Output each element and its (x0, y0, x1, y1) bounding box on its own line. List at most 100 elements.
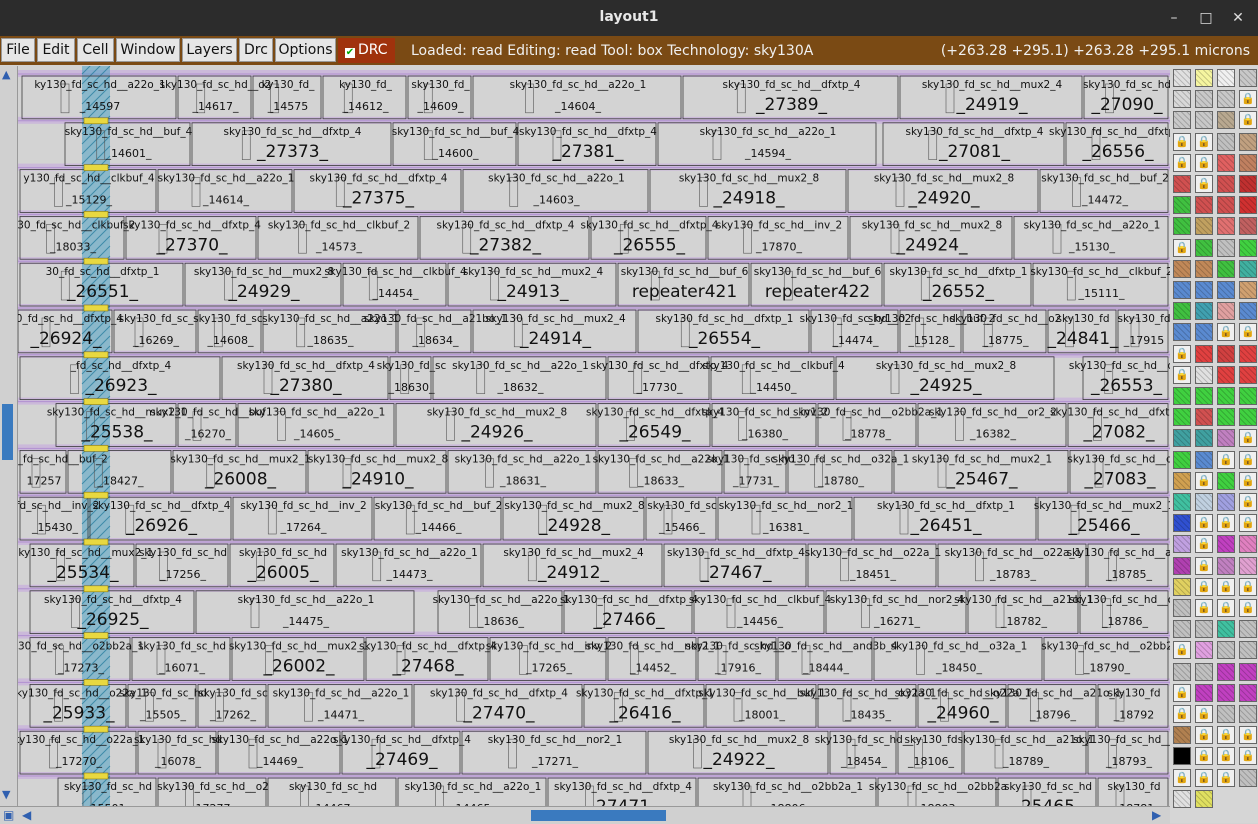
layer-lock-icon[interactable]: 🔒 (1217, 747, 1235, 766)
layer-lock-icon[interactable]: 🔒 (1239, 577, 1257, 596)
layer-swatch[interactable] (1173, 577, 1191, 596)
menu-file[interactable]: File (1, 38, 35, 62)
menu-edit[interactable]: Edit (37, 38, 75, 62)
layer-swatch[interactable] (1195, 196, 1213, 215)
layer-swatch[interactable] (1239, 683, 1257, 702)
layer-lock-icon[interactable]: 🔒 (1173, 641, 1191, 660)
layer-lock-icon[interactable]: 🔒 (1173, 683, 1191, 702)
layer-lock-icon[interactable]: 🔒 (1239, 493, 1257, 511)
layer-lock-icon[interactable]: 🔒 (1217, 768, 1235, 787)
layer-swatch[interactable] (1217, 344, 1235, 363)
layer-swatch[interactable] (1173, 493, 1191, 511)
layer-swatch[interactable] (1173, 281, 1191, 299)
layer-lock-icon[interactable]: 🔒 (1217, 599, 1235, 617)
minimize-icon[interactable]: – (1164, 8, 1184, 28)
layer-lock-icon[interactable]: 🔒 (1239, 323, 1257, 342)
layer-swatch[interactable] (1239, 259, 1257, 278)
layer-swatch[interactable] (1195, 344, 1213, 363)
layer-swatch[interactable] (1173, 302, 1191, 321)
layer-swatch[interactable] (1239, 196, 1257, 215)
layer-swatch[interactable] (1173, 323, 1191, 342)
layer-lock-icon[interactable]: 🔒 (1217, 577, 1235, 596)
layer-swatch[interactable] (1173, 429, 1191, 448)
scroll-up-icon[interactable]: ▲ (2, 68, 10, 81)
layer-lock-icon[interactable]: 🔒 (1173, 344, 1191, 363)
scroll-down-icon[interactable]: ▼ (2, 788, 10, 801)
layer-swatch[interactable] (1239, 535, 1257, 554)
layer-swatch[interactable] (1217, 493, 1235, 511)
zoom-box-icon[interactable]: ▣ (3, 808, 14, 822)
layer-swatch[interactable] (1239, 768, 1257, 787)
layer-swatch[interactable] (1195, 323, 1213, 342)
vertical-scrollbar[interactable]: ▲ ▼ (0, 66, 18, 806)
layer-swatch[interactable] (1217, 111, 1235, 130)
layer-swatch[interactable] (1217, 69, 1235, 87)
layer-swatch[interactable] (1217, 175, 1235, 193)
layer-lock-icon[interactable]: 🔒 (1195, 175, 1213, 193)
layer-swatch[interactable] (1173, 175, 1191, 193)
layer-swatch[interactable] (1239, 302, 1257, 321)
layer-swatch[interactable] (1239, 387, 1257, 405)
layer-swatch[interactable] (1173, 556, 1191, 575)
layer-lock-icon[interactable]: 🔒 (1239, 599, 1257, 617)
horizontal-scrollbar[interactable]: ▣ ◀ ▶ (0, 806, 1170, 824)
layer-swatch[interactable] (1217, 556, 1235, 575)
layer-lock-icon[interactable]: 🔒 (1195, 556, 1213, 575)
scroll-right-icon[interactable]: ▶ (1152, 808, 1161, 822)
layer-swatch[interactable] (1173, 662, 1191, 681)
layer-swatch[interactable] (1217, 153, 1235, 172)
layer-swatch[interactable] (1217, 429, 1235, 448)
layer-lock-icon[interactable]: 🔒 (1239, 514, 1257, 533)
layer-swatch[interactable] (1173, 196, 1191, 215)
layer-swatch[interactable] (1239, 408, 1257, 427)
layer-swatch[interactable] (1217, 641, 1235, 660)
layer-swatch[interactable] (1173, 789, 1191, 808)
layer-swatch[interactable] (1217, 662, 1235, 681)
layer-lock-icon[interactable]: 🔒 (1239, 429, 1257, 448)
layer-swatch[interactable] (1239, 281, 1257, 299)
layer-swatch[interactable] (1173, 408, 1191, 427)
layer-swatch[interactable] (1217, 471, 1235, 490)
drc-checkbox-icon[interactable]: ✔ (345, 48, 355, 58)
layer-swatch[interactable] (1195, 620, 1213, 639)
layer-swatch[interactable] (1217, 535, 1235, 554)
layer-lock-icon[interactable]: 🔒 (1239, 747, 1257, 766)
layer-swatch[interactable] (1195, 111, 1213, 130)
layer-swatch[interactable] (1195, 238, 1213, 257)
layer-lock-icon[interactable]: 🔒 (1195, 471, 1213, 490)
menu-options[interactable]: Options (275, 38, 336, 62)
layer-lock-icon[interactable]: 🔒 (1195, 599, 1213, 617)
layer-lock-icon[interactable]: 🔒 (1239, 111, 1257, 130)
layer-swatch[interactable] (1195, 387, 1213, 405)
layer-swatch[interactable] (1195, 217, 1213, 236)
vertical-scroll-thumb[interactable] (2, 404, 13, 460)
layer-swatch[interactable] (1239, 620, 1257, 639)
layer-swatch[interactable] (1173, 471, 1191, 490)
layer-swatch[interactable] (1195, 493, 1213, 511)
layer-swatch[interactable] (1195, 281, 1213, 299)
layer-lock-icon[interactable]: 🔒 (1195, 726, 1213, 745)
menu-cell[interactable]: Cell (77, 38, 114, 62)
layer-swatch[interactable] (1239, 705, 1257, 723)
layer-swatch[interactable] (1217, 90, 1235, 109)
layer-swatch[interactable] (1239, 132, 1257, 151)
scroll-left-icon[interactable]: ◀ (22, 808, 31, 822)
layer-swatch[interactable] (1217, 620, 1235, 639)
layer-swatch[interactable] (1195, 683, 1213, 702)
layer-swatch[interactable] (1195, 408, 1213, 427)
menu-window[interactable]: Window (116, 38, 180, 62)
layer-lock-icon[interactable]: 🔒 (1195, 535, 1213, 554)
layer-lock-icon[interactable]: 🔒 (1195, 577, 1213, 596)
layer-swatch[interactable] (1173, 69, 1191, 87)
layer-lock-icon[interactable]: 🔒 (1173, 132, 1191, 151)
layer-swatch[interactable] (1239, 556, 1257, 575)
layer-swatch[interactable] (1195, 302, 1213, 321)
layer-lock-icon[interactable]: 🔒 (1173, 153, 1191, 172)
layer-swatch[interactable] (1239, 238, 1257, 257)
layer-lock-icon[interactable]: 🔒 (1195, 514, 1213, 533)
layer-swatch[interactable] (1217, 365, 1235, 384)
layer-lock-icon[interactable]: 🔒 (1239, 471, 1257, 490)
close-icon[interactable]: ✕ (1228, 8, 1248, 28)
layer-swatch[interactable] (1239, 365, 1257, 384)
layer-swatch[interactable] (1239, 662, 1257, 681)
